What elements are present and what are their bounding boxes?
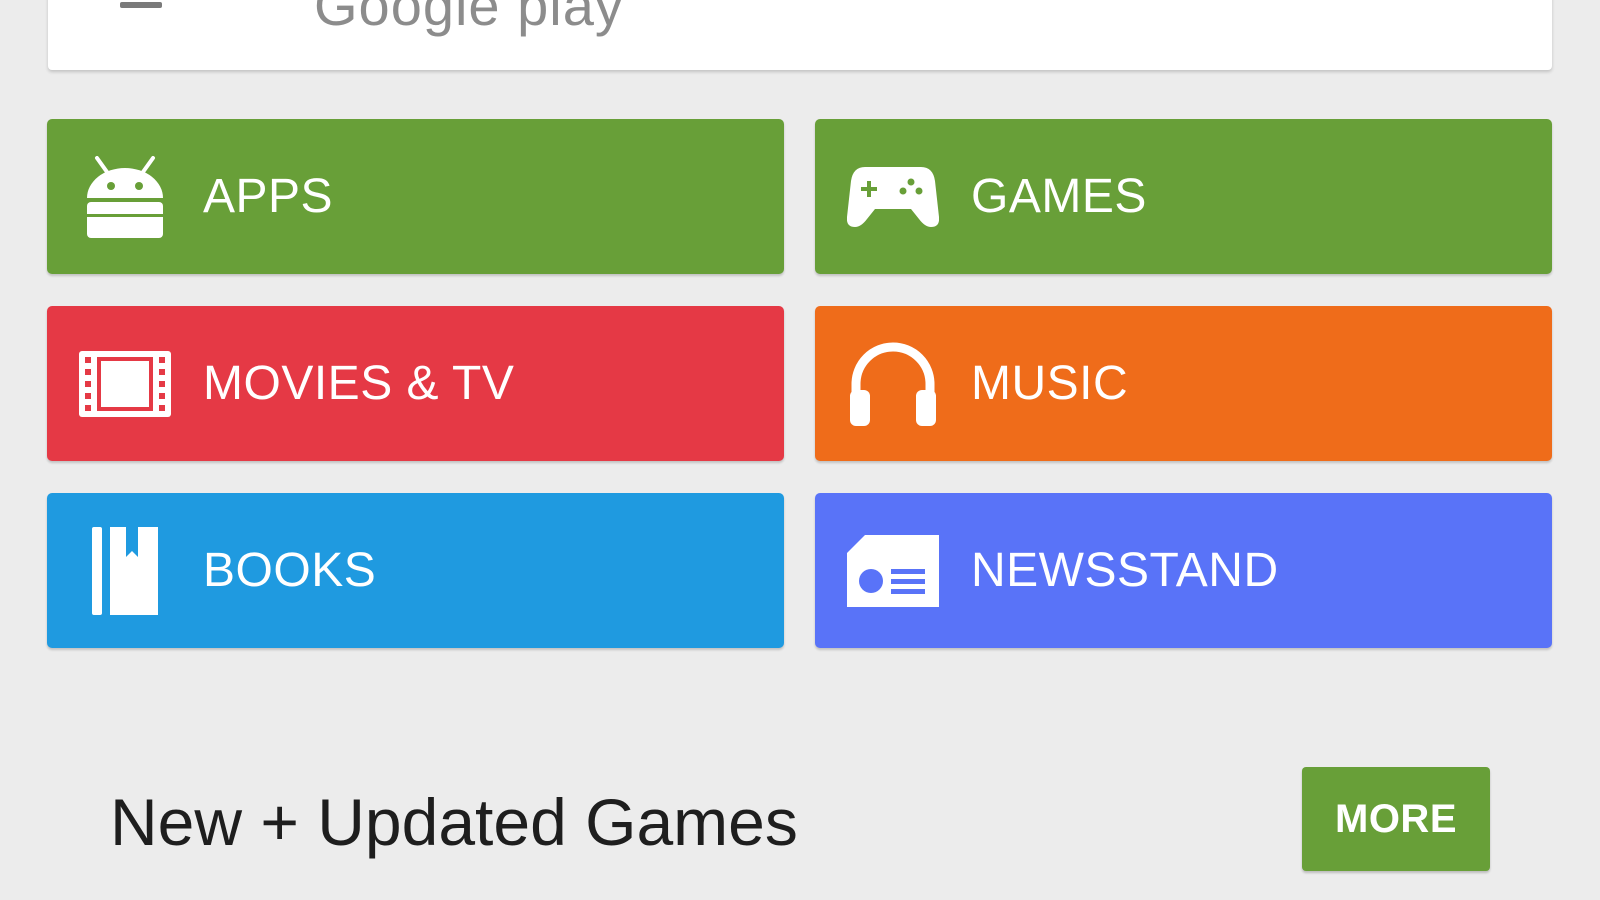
hamburger-menu-icon[interactable]	[120, 2, 162, 8]
gamepad-icon	[845, 151, 941, 243]
category-label: APPS	[203, 170, 334, 223]
category-tile-books[interactable]: BOOKS	[47, 493, 784, 648]
category-tile-music[interactable]: MUSIC	[815, 306, 1552, 461]
newspaper-icon	[845, 525, 941, 617]
book-icon	[77, 525, 173, 617]
google-play-logo: Google play	[314, 0, 624, 37]
category-label: NEWSSTAND	[971, 544, 1279, 597]
category-tile-games[interactable]: GAMES	[815, 119, 1552, 274]
category-tile-apps[interactable]: APPS	[47, 119, 784, 274]
category-label: GAMES	[971, 170, 1147, 223]
category-label: MOVIES & TV	[203, 357, 515, 410]
android-icon	[77, 151, 173, 243]
category-tile-newsstand[interactable]: NEWSSTAND	[815, 493, 1552, 648]
search-bar[interactable]: Google play	[48, 0, 1552, 70]
film-icon	[77, 338, 173, 430]
more-button[interactable]: MORE	[1302, 767, 1490, 871]
headphones-icon	[845, 338, 941, 430]
category-label: MUSIC	[971, 357, 1129, 410]
microphone-icon[interactable]	[1466, 0, 1482, 14]
category-label: BOOKS	[203, 544, 377, 597]
section-title: New + Updated Games	[110, 785, 798, 859]
category-tile-movies-tv[interactable]: MOVIES & TV	[47, 306, 784, 461]
